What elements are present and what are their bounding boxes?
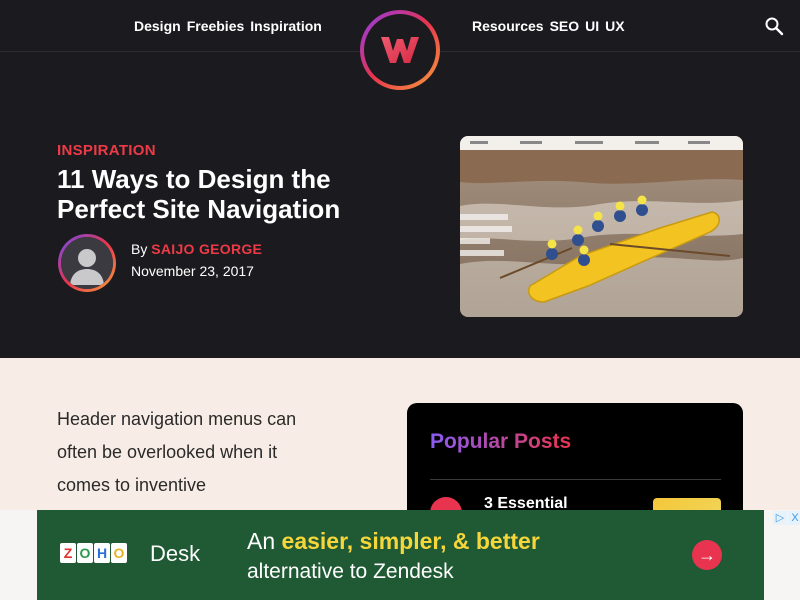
article-category[interactable]: INSPIRATION — [57, 142, 156, 159]
zoho-letter-h: H — [94, 543, 110, 563]
arrow-right-icon[interactable]: → — [692, 540, 722, 570]
zoho-desk-ad[interactable]: Z O H O Desk An easier, simpler, & bette… — [37, 510, 800, 600]
byline-prefix: By — [131, 241, 148, 257]
user-silhouette-icon — [61, 237, 113, 289]
ad-headline-highlight: easier, simpler, & better — [281, 528, 540, 554]
nav-link-design[interactable]: Design — [134, 18, 181, 34]
w-logo-icon — [381, 37, 419, 63]
zoho-letter-z: Z — [60, 543, 76, 563]
zoho-product-name: Desk — [150, 541, 201, 566]
nav-link-seo[interactable]: SEO — [550, 18, 580, 34]
adchoices: ▷ X — [773, 511, 800, 525]
featured-image-rafting[interactable] — [460, 136, 743, 317]
site-logo[interactable] — [360, 10, 440, 90]
article-intro: Header navigation menus can often be ove… — [57, 409, 297, 495]
article-title: 11 Ways to Design the Perfect Site Navig… — [57, 164, 341, 224]
nav-link-freebies[interactable]: Freebies — [187, 18, 245, 34]
author-link[interactable]: SAIJO GEORGE — [151, 241, 262, 257]
zoho-letter-o: O — [77, 543, 93, 563]
ad-container: Z O H O Desk An easier, simpler, & bette… — [0, 510, 800, 600]
ad-subline: alternative to Zendesk — [247, 560, 454, 583]
zoho-logo: Z O H O — [60, 543, 127, 563]
ad-headline-prefix: An — [247, 528, 276, 554]
popular-posts-title: Popular Posts — [430, 430, 572, 453]
zoho-letter-o2: O — [111, 543, 127, 563]
byline: By SAIJO GEORGE — [131, 241, 262, 257]
nav-link-resources[interactable]: Resources — [472, 18, 544, 34]
nav-link-ui[interactable]: UI — [585, 18, 599, 34]
popular-divider — [430, 479, 721, 480]
primary-nav-right: Resources SEO UI UX — [472, 0, 625, 52]
adchoices-info-icon[interactable]: ▷ — [773, 511, 787, 525]
nav-link-inspiration[interactable]: Inspiration — [250, 18, 322, 34]
primary-nav-left: Design Freebies Inspiration — [134, 0, 322, 52]
author-avatar[interactable] — [58, 234, 116, 292]
search-icon[interactable] — [764, 16, 784, 36]
rafting-illustration — [460, 136, 743, 317]
nav-link-ux[interactable]: UX — [605, 18, 624, 34]
ad-close-icon[interactable]: X — [788, 511, 800, 525]
publish-date: November 23, 2017 — [131, 263, 254, 279]
ad-headline: An easier, simpler, & better — [247, 528, 540, 555]
